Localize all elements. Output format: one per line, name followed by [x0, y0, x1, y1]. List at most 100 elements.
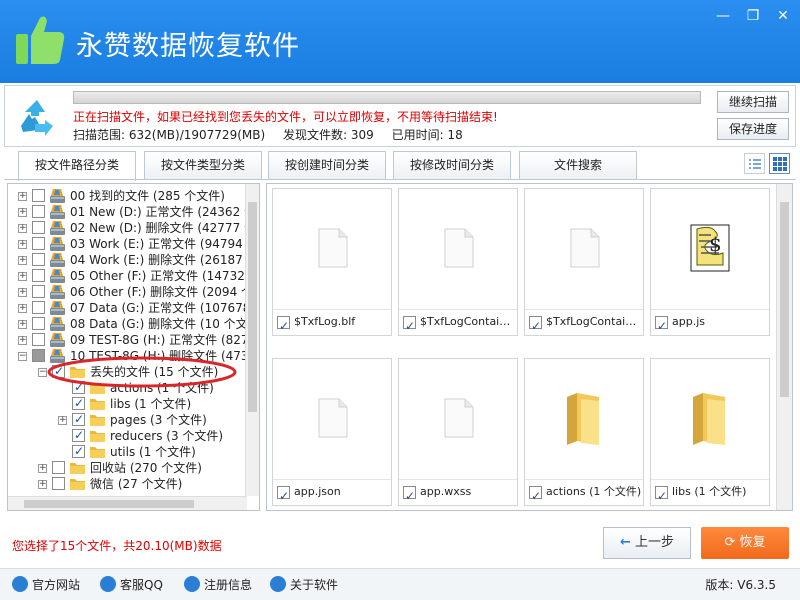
tree-checkbox[interactable] — [32, 205, 45, 218]
save-progress-button[interactable]: 保存进度 — [717, 118, 789, 140]
qq-icon — [100, 576, 116, 592]
file-checkbox[interactable] — [529, 314, 542, 335]
file-caption: $TxfLog.blf — [273, 309, 391, 335]
expand-toggle-icon[interactable]: + — [18, 192, 27, 201]
file-card[interactable]: $TxfLogContainer… — [398, 188, 518, 336]
close-button[interactable]: ✕ — [772, 6, 794, 26]
recover-button[interactable]: ⟳ 恢复 — [701, 527, 789, 559]
tree-node[interactable]: +02 New (D:) 删除文件 (42777 个文 — [8, 220, 259, 236]
tree-checkbox[interactable] — [72, 395, 85, 411]
grid-scrollbar[interactable] — [776, 184, 792, 510]
file-card[interactable]: actions (1 个文件) — [524, 358, 644, 506]
file-checkbox[interactable] — [403, 314, 416, 335]
tree-checkbox[interactable] — [72, 427, 85, 443]
file-grid[interactable]: $TxfLog.blf $TxfLogContainer… $TxfLogConta… — [266, 183, 793, 511]
continue-scan-button[interactable]: 继续扫描 — [717, 91, 789, 113]
tab-file-search[interactable]: 文件搜索 — [519, 151, 637, 179]
expand-toggle-icon[interactable]: + — [38, 480, 47, 489]
support-qq-link[interactable]: 客服QQ — [100, 576, 163, 594]
tree-node[interactable]: +04 Work (E:) 删除文件 (26187 个文 — [8, 252, 259, 268]
tree-checkbox[interactable] — [72, 411, 85, 427]
expand-toggle-icon[interactable]: + — [18, 336, 27, 345]
tab-by-created[interactable]: 按创建时间分类 — [268, 151, 386, 179]
tree-node[interactable]: +01 New (D:) 正常文件 (24362 个文 — [8, 204, 259, 220]
restore-button[interactable]: ❐ — [742, 6, 764, 26]
minimize-button[interactable]: — — [712, 6, 734, 26]
tree-node[interactable]: +03 Work (E:) 正常文件 (94794 个文 — [8, 236, 259, 252]
tree-checkbox[interactable] — [32, 285, 45, 298]
list-view-icon[interactable] — [744, 153, 765, 174]
tree-node[interactable]: + pages (3 个文件) — [8, 411, 248, 428]
expand-toggle-icon[interactable]: + — [38, 464, 47, 473]
expand-toggle-icon[interactable]: + — [58, 416, 67, 425]
expand-toggle-icon[interactable]: + — [18, 272, 27, 281]
expand-toggle-icon[interactable]: + — [18, 256, 27, 265]
file-checkbox[interactable] — [403, 484, 416, 505]
tree-node-label: pages (3 个文件) — [110, 413, 207, 427]
tree-checkbox[interactable] — [32, 253, 45, 266]
tab-by-type[interactable]: 按文件类型分类 — [144, 151, 262, 179]
file-name: app.js — [672, 315, 705, 328]
file-card[interactable]: libs (1 个文件) — [650, 358, 770, 506]
file-card[interactable]: $TxfLog.blf — [272, 188, 392, 336]
tree-node[interactable]: +09 TEST-8G (H:) 正常文件 (8278 个 — [8, 332, 259, 348]
tree-checkbox[interactable] — [32, 221, 45, 234]
file-card[interactable]: app.wxss — [398, 358, 518, 506]
tree-checkbox[interactable] — [32, 269, 45, 282]
recycle-icon — [21, 100, 53, 136]
tree-node[interactable]: +00 找到的文件 (285 个文件) — [8, 188, 248, 204]
tree-horizontal-scrollbar[interactable] — [8, 496, 247, 510]
registration-link[interactable]: 注册信息 — [184, 576, 252, 594]
expand-toggle-icon[interactable]: + — [18, 240, 27, 249]
tree-checkbox[interactable] — [52, 477, 65, 490]
tab-by-modified[interactable]: 按修改时间分类 — [393, 151, 511, 179]
file-name: $TxfLog.blf — [294, 315, 356, 328]
file-card[interactable]: $ app.js — [650, 188, 770, 336]
tree-node-label: 04 Work (E:) 删除文件 (26187 个文 — [70, 253, 260, 267]
expand-toggle-icon[interactable]: + — [18, 320, 27, 329]
tree-checkbox[interactable] — [52, 461, 65, 474]
expand-toggle-icon[interactable]: − — [18, 352, 27, 361]
drive-icon — [49, 252, 67, 268]
tree-vertical-scrollbar[interactable] — [245, 184, 259, 496]
tree-node[interactable]: + 回收站 (270 个文件) — [8, 460, 248, 476]
tree-node[interactable]: +06 Other (F:) 删除文件 (2094 个文 — [8, 284, 259, 300]
file-card[interactable]: app.json — [272, 358, 392, 506]
file-checkbox[interactable] — [655, 484, 668, 505]
official-site-link[interactable]: 官方网站 — [12, 576, 80, 594]
tree-checkbox[interactable] — [32, 301, 45, 314]
selection-info: 您选择了15个文件，共20.10(MB)数据 — [12, 539, 222, 553]
thumbs-up-logo-icon — [16, 16, 65, 64]
file-checkbox[interactable] — [277, 314, 290, 335]
file-checkbox[interactable] — [277, 484, 290, 505]
tree-node[interactable]: +08 Data (G:) 删除文件 (10 个文件) — [8, 316, 259, 332]
tree-node[interactable]: reducers (3 个文件) — [8, 427, 248, 444]
tree-node[interactable]: utils (1 个文件) — [8, 443, 248, 460]
folder-tree[interactable]: +00 找到的文件 (285 个文件) +01 New (D:) 正常文件 (24… — [7, 183, 260, 511]
expand-toggle-icon[interactable]: + — [18, 304, 27, 313]
folder-icon — [69, 476, 87, 492]
expand-toggle-icon[interactable]: + — [18, 288, 27, 297]
tree-node[interactable]: +07 Data (G:) 正常文件 (107678 个文 — [8, 300, 259, 316]
file-name: app.wxss — [420, 485, 472, 498]
tree-checkbox[interactable] — [32, 237, 45, 250]
file-checkbox[interactable] — [529, 484, 542, 505]
file-checkbox[interactable] — [655, 314, 668, 335]
tree-checkbox[interactable] — [32, 317, 45, 330]
expand-toggle-icon[interactable]: + — [18, 224, 27, 233]
tree-node[interactable]: + 微信 (27 个文件) — [8, 476, 248, 492]
file-card[interactable]: $TxfLogContainer… — [524, 188, 644, 336]
arrow-left-icon: ← — [619, 535, 631, 550]
grid-view-icon[interactable] — [769, 153, 790, 174]
tree-node-label: 06 Other (F:) 删除文件 (2094 个文 — [70, 285, 260, 299]
tab-by-path[interactable]: 按文件路径分类 — [18, 151, 136, 181]
tree-node[interactable]: +05 Other (F:) 正常文件 (147322 个 — [8, 268, 259, 284]
previous-step-button[interactable]: ← 上一步 — [603, 527, 691, 559]
tree-node[interactable]: libs (1 个文件) — [8, 395, 248, 412]
tree-checkbox[interactable] — [72, 443, 85, 459]
expand-toggle-icon[interactable]: + — [18, 208, 27, 217]
tree-checkbox[interactable] — [32, 333, 45, 346]
tree-checkbox[interactable] — [32, 189, 45, 202]
tree-checkbox[interactable] — [32, 349, 45, 362]
about-link[interactable]: 关于软件 — [270, 576, 338, 594]
